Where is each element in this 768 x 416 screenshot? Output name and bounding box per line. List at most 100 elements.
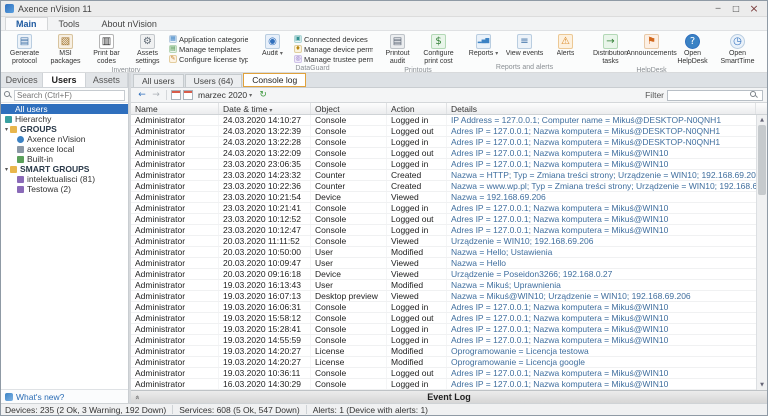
table-row[interactable]: Administrator23.03.2020 14:23:32CounterC… bbox=[131, 170, 767, 181]
sidebar-item-axence-local[interactable]: axence local bbox=[1, 144, 128, 154]
sidebar-item-testowa-2[interactable]: Testowa (2) bbox=[1, 184, 128, 194]
cell-details: Nazwa = Mikuś@WIN10; Urządzenie = WIN10;… bbox=[447, 291, 767, 301]
tab-devices[interactable]: Devices bbox=[1, 73, 43, 87]
close-button[interactable] bbox=[745, 2, 763, 16]
scrollbar-thumb[interactable] bbox=[758, 125, 766, 195]
table-row[interactable]: Administrator19.03.2020 14:20:27LicenseM… bbox=[131, 346, 767, 357]
minimize-button[interactable] bbox=[709, 2, 727, 16]
options-button[interactable]: ⚙Options bbox=[762, 32, 767, 63]
table-row[interactable]: Administrator20.03.2020 10:50:00UserModi… bbox=[131, 247, 767, 258]
table-row[interactable]: Administrator23.03.2020 23:06:35ConsoleL… bbox=[131, 159, 767, 170]
ribbon-group-caption: Inventory bbox=[4, 66, 248, 73]
table-row[interactable]: Administrator23.03.2020 10:12:52ConsoleL… bbox=[131, 214, 767, 225]
sidebar-item-built-in[interactable]: Built-in bbox=[1, 154, 128, 164]
cell-details: Nazwa = HTTP; Typ = Zmiana treści strony… bbox=[447, 170, 767, 180]
column-header-object[interactable]: Object bbox=[311, 103, 387, 114]
search-input[interactable] bbox=[14, 90, 125, 101]
print-bar-codes-button[interactable]: ▥Print bar codes bbox=[86, 32, 127, 66]
calendar-day-icon[interactable] bbox=[171, 90, 181, 100]
cell-name: Administrator bbox=[131, 170, 219, 180]
period-dropdown[interactable]: marzec 2020 ▾ bbox=[194, 90, 256, 100]
column-header-name[interactable]: Name bbox=[131, 103, 219, 114]
table-row[interactable]: Administrator23.03.2020 10:21:41ConsoleL… bbox=[131, 203, 767, 214]
open-helpdesk-button[interactable]: ?Open HelpDesk bbox=[672, 32, 713, 66]
titlebar: Axence nVision 11 bbox=[1, 1, 767, 17]
print-bar-codes-label: Print bar codes bbox=[86, 50, 127, 66]
table-row[interactable]: Administrator24.03.2020 13:22:39ConsoleL… bbox=[131, 126, 767, 137]
column-header-action[interactable]: Action bbox=[387, 103, 447, 114]
view-events-button[interactable]: ≡View events bbox=[504, 32, 545, 63]
vertical-scrollbar[interactable] bbox=[756, 115, 767, 390]
tab-users-64[interactable]: Users (64) bbox=[185, 74, 243, 87]
table-row[interactable]: Administrator23.03.2020 10:12:47ConsoleL… bbox=[131, 225, 767, 236]
table-row[interactable]: Administrator20.03.2020 09:16:18DeviceVi… bbox=[131, 269, 767, 280]
table-row[interactable]: Administrator23.03.2020 10:21:54DeviceVi… bbox=[131, 192, 767, 203]
scroll-up-icon[interactable] bbox=[757, 115, 767, 125]
tab-users[interactable]: Users bbox=[43, 73, 85, 87]
application-categories-button[interactable]: ▦Application categories bbox=[168, 34, 248, 44]
configure-license-type-button[interactable]: ✎Configure license type bbox=[168, 54, 248, 64]
sidebar-item-groups[interactable]: ▾GROUPS bbox=[1, 124, 128, 134]
refresh-button[interactable]: ↻ bbox=[256, 89, 270, 101]
table-row[interactable]: Administrator16.03.2020 14:30:29ConsoleL… bbox=[131, 379, 767, 390]
whats-new-link[interactable]: What's new? bbox=[16, 392, 64, 402]
table-row[interactable]: Administrator20.03.2020 11:11:52ConsoleV… bbox=[131, 236, 767, 247]
tab-all-users[interactable]: All users bbox=[133, 74, 184, 87]
collapse-chevron-icon[interactable] bbox=[133, 395, 142, 400]
cell-date-time: 19.03.2020 15:58:12 bbox=[219, 313, 311, 323]
table-row[interactable]: Administrator20.03.2020 10:09:47UserView… bbox=[131, 258, 767, 269]
scrollbar-track[interactable] bbox=[757, 125, 767, 380]
calendar-month-icon[interactable] bbox=[183, 90, 193, 100]
sidebar-item-hierarchy[interactable]: Hierarchy bbox=[1, 114, 128, 124]
tab-console-log[interactable]: Console log bbox=[243, 73, 306, 87]
connected-devices-button[interactable]: ▣Connected devices bbox=[293, 34, 373, 44]
column-header-details[interactable]: Details bbox=[447, 103, 756, 114]
column-header-date-time[interactable]: Date & time ▾ bbox=[219, 103, 311, 114]
sidebar-item-intelektualisci-81[interactable]: intelektualisci (81) bbox=[1, 174, 128, 184]
assets-settings-button[interactable]: ⚙Assets settings bbox=[127, 32, 168, 66]
reports-button[interactable]: ▂▅▇Reports ▾ bbox=[463, 32, 504, 63]
table-row[interactable]: Administrator24.03.2020 13:22:28ConsoleL… bbox=[131, 137, 767, 148]
filter-input[interactable] bbox=[670, 91, 750, 100]
table-row[interactable]: Administrator19.03.2020 16:07:13Desktop … bbox=[131, 291, 767, 302]
manage-device-permissions-button[interactable]: ♦Manage device permissions bbox=[293, 44, 373, 54]
menu-tab-about-nvision[interactable]: About nVision bbox=[91, 17, 168, 30]
event-log-bar[interactable]: Event Log bbox=[131, 390, 767, 403]
table-row[interactable]: Administrator19.03.2020 16:06:31ConsoleL… bbox=[131, 302, 767, 313]
sidebar-item-all-users[interactable]: All users bbox=[1, 104, 128, 114]
cell-action: Logged in bbox=[387, 225, 447, 235]
open-smarttime-button[interactable]: ◷Open SmartTime bbox=[717, 32, 758, 66]
manage-templates-button[interactable]: ▤Manage templates bbox=[168, 44, 248, 54]
table-row[interactable]: Administrator23.03.2020 10:22:36CounterC… bbox=[131, 181, 767, 192]
table-row[interactable]: Administrator24.03.2020 13:22:09ConsoleL… bbox=[131, 148, 767, 159]
scroll-down-icon[interactable] bbox=[757, 380, 767, 390]
table-row[interactable]: Administrator19.03.2020 14:20:27LicenseM… bbox=[131, 357, 767, 368]
cell-details: Nazwa = www.wp.pl; Typ = Zmiana treści s… bbox=[447, 181, 767, 191]
manage-device-permissions-label: Manage device permissions bbox=[304, 45, 373, 54]
manage-trustee-permissions-button[interactable]: ◎Manage trustee permissions bbox=[293, 54, 373, 64]
forward-button[interactable]: → bbox=[149, 89, 163, 101]
menu-tab-main[interactable]: Main bbox=[5, 17, 48, 30]
announcements-button[interactable]: ⚑Announcements bbox=[631, 32, 672, 66]
status-bar: Devices: 235 (2 Ok, 3 Warning, 192 Down)… bbox=[1, 403, 767, 415]
table-row[interactable]: Administrator19.03.2020 16:13:43UserModi… bbox=[131, 280, 767, 291]
tab-assets[interactable]: Assets bbox=[86, 73, 128, 87]
generate-protocol-button[interactable]: ▤Generate protocol bbox=[4, 32, 45, 66]
printout-audit-button[interactable]: ▤Printout audit bbox=[377, 32, 418, 66]
table-row[interactable]: Administrator19.03.2020 10:36:11ConsoleL… bbox=[131, 368, 767, 379]
table-row[interactable]: Administrator19.03.2020 14:55:59ConsoleL… bbox=[131, 335, 767, 346]
configure-print-cost-button[interactable]: $Configure print cost bbox=[418, 32, 459, 66]
sidebar-item-smart-groups[interactable]: ▾SMART GROUPS bbox=[1, 164, 128, 174]
audit-button[interactable]: ◉Audit ▾ bbox=[252, 32, 293, 64]
table-row[interactable]: Administrator24.03.2020 14:10:27ConsoleL… bbox=[131, 115, 767, 126]
sidebar-item-axence-nvision[interactable]: Axence nVision bbox=[1, 134, 128, 144]
table-row[interactable]: Administrator19.03.2020 15:58:12ConsoleL… bbox=[131, 313, 767, 324]
distribution-tasks-button[interactable]: →Distribution tasks bbox=[590, 32, 631, 66]
msi-packages-manager-button[interactable]: ▧MSI packages manager bbox=[45, 32, 86, 66]
alerts-button[interactable]: ⚠Alerts bbox=[545, 32, 586, 63]
cell-action: Logged out bbox=[387, 126, 447, 136]
maximize-button[interactable] bbox=[727, 2, 745, 16]
back-button[interactable]: ← bbox=[135, 89, 149, 101]
menu-tab-tools[interactable]: Tools bbox=[48, 17, 91, 30]
table-row[interactable]: Administrator19.03.2020 15:28:41ConsoleL… bbox=[131, 324, 767, 335]
